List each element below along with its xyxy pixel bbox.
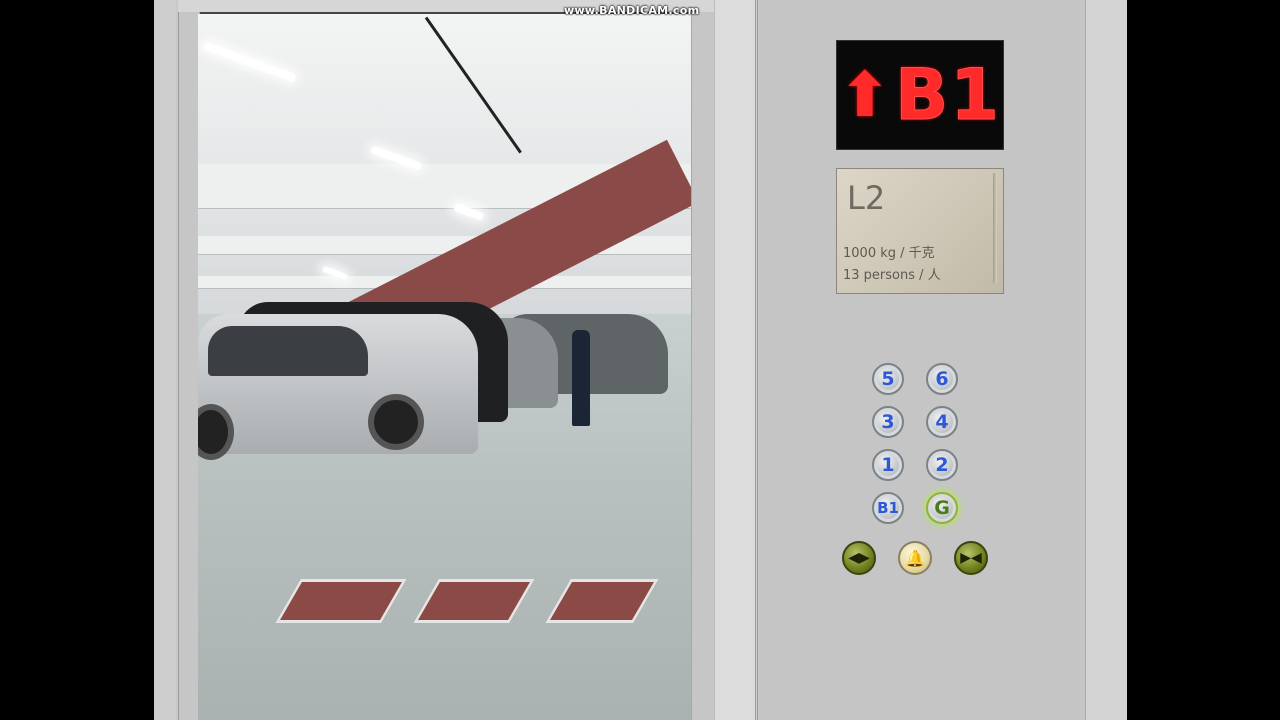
- door-close-icon: ◀▶: [848, 550, 870, 566]
- door-jamb: [714, 0, 756, 720]
- floor-button-label: 5: [881, 368, 895, 390]
- floor-button-6[interactable]: 6: [926, 363, 958, 395]
- capacity-plate: L2 1000 kg / 千克 13 persons / 人: [836, 168, 1004, 294]
- car-window: [208, 326, 368, 376]
- floor-button-3[interactable]: 3: [872, 406, 904, 438]
- plate-floor-label: L2: [847, 179, 886, 217]
- plate-load: 1000 kg / 千克: [843, 246, 935, 261]
- alarm-bell-icon: 🔔: [905, 548, 925, 568]
- floor-button-label: 3: [881, 411, 895, 433]
- alarm-button[interactable]: 🔔: [898, 541, 932, 575]
- floor-button-label: G: [934, 497, 950, 519]
- floor-button-4[interactable]: 4: [926, 406, 958, 438]
- current-floor-readout: B1: [894, 54, 1001, 136]
- panel-frame-right: [1085, 0, 1127, 720]
- floor-button-1[interactable]: 1: [872, 449, 904, 481]
- walking-person: [572, 330, 590, 426]
- plate-edge: [993, 173, 997, 283]
- floor-button-label: 6: [935, 368, 949, 390]
- floor-indicator-display: ⬆ B1: [836, 40, 1004, 150]
- plate-persons: 13 persons / 人: [843, 268, 941, 283]
- car-operating-panel: ⬆ B1 L2 1000 kg / 千克 13 persons / 人 5 6 …: [757, 0, 1087, 720]
- floor-button-b1[interactable]: B1: [872, 492, 904, 524]
- up-arrow-icon: ⬆: [838, 58, 891, 131]
- door-open-button[interactable]: ▶◀: [954, 541, 988, 575]
- recorder-watermark: www.BANDICAM.com: [564, 4, 700, 17]
- floor-button-label: B1: [877, 499, 899, 517]
- floor-button-label: 1: [881, 454, 895, 476]
- floor-button-label: 4: [935, 411, 949, 433]
- floor-button-5[interactable]: 5: [872, 363, 904, 395]
- door-close-button[interactable]: ◀▶: [842, 541, 876, 575]
- garage-view: [198, 14, 691, 720]
- floor-button-label: 2: [935, 454, 949, 476]
- door-frame-left-post: [178, 12, 200, 720]
- door-open-icon: ▶◀: [960, 550, 982, 566]
- door-frame-right-post: [691, 12, 714, 720]
- floor-button-2[interactable]: 2: [926, 449, 958, 481]
- floor-button-g[interactable]: G: [926, 492, 958, 524]
- car-wheel: [368, 394, 424, 450]
- plate-capacity-text: 1000 kg / 千克 13 persons / 人: [843, 243, 941, 287]
- elevator-scene: www.BANDICAM.com ⬆ B1 L2 1000 kg / 千克 13…: [154, 0, 1127, 720]
